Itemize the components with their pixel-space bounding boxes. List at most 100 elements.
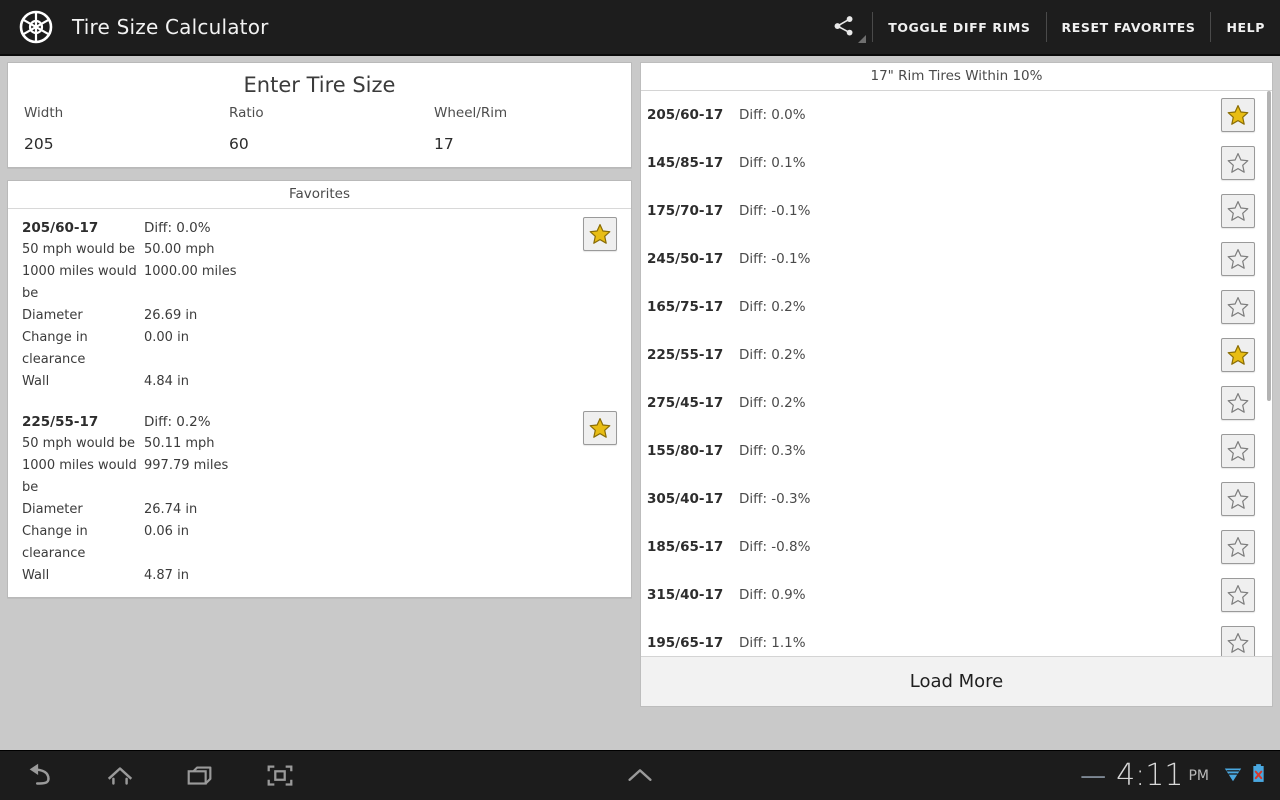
favorite-detail-label: 50 mph would be [22,242,136,257]
tire-size-label: 275/45-17 [647,395,724,411]
favorite-diff: Diff: 0.2% [144,414,211,430]
tire-size-label: 225/55-17 [647,347,724,363]
tire-favorite-star-button[interactable] [1221,626,1255,656]
tire-favorite-star-button[interactable] [1221,482,1255,516]
tire-star-container [1221,386,1255,420]
width-label: Width [24,105,64,121]
results-scrollbar[interactable] [1267,91,1272,656]
results-list[interactable]: 205/60-17 Diff: 0.0% 145/85-17 Diff: 0.1% 17… [641,91,1272,656]
favorite-tire-size: 225/55-17 [22,414,99,430]
tire-star-container [1221,98,1255,132]
tire-result-row[interactable]: 205/60-17 Diff: 0.0% [641,91,1272,139]
action-bar-left: Tire Size Calculator [0,5,269,49]
scrollbar-thumb[interactable] [1267,91,1271,401]
toggle-diff-rims-button[interactable]: TOGGLE DIFF RIMS [873,0,1045,55]
wheel-rim-field-group: Wheel/Rim 17 [434,101,615,153]
tire-diff-label: Diff: -0.1% [739,251,811,267]
favorite-detail-label: Change in clearance [22,524,88,561]
favorites-card: Favorites 205/60-17 Diff: 0.0% 50 mph woul… [7,180,632,598]
tire-favorite-star-button[interactable] [1221,242,1255,276]
share-icon[interactable] [816,0,872,55]
tire-favorite-star-button[interactable] [1221,98,1255,132]
tire-favorite-star-button[interactable] [1221,386,1255,420]
wheel-rim-label: Wheel/Rim [434,105,508,121]
tire-result-row[interactable]: 185/65-17 Diff: -0.8% [641,523,1272,571]
favorite-detail-row: Change in clearance 0.06 in [8,521,631,565]
favorite-detail-value: 0.00 in [144,330,189,345]
ratio-label: Ratio [229,105,264,121]
home-icon[interactable] [80,751,160,800]
tire-favorite-star-button[interactable] [1221,434,1255,468]
favorite-star-button[interactable] [583,411,617,445]
tire-diff-label: Diff: 0.0% [739,107,806,123]
tire-result-row[interactable]: 195/65-17 Diff: 1.1% [641,619,1272,656]
favorite-item[interactable]: 225/55-17 Diff: 0.2% 50 mph would be 50.11 … [8,403,631,597]
screenshot-icon[interactable] [240,751,320,800]
tire-result-row[interactable]: 275/45-17 Diff: 0.2% [641,379,1272,427]
ratio-field-group: Ratio 60 [229,101,434,153]
width-input[interactable]: 205 [24,121,229,153]
favorite-detail-label: 50 mph would be [22,436,136,451]
ratio-input[interactable]: 60 [229,121,434,153]
tire-star-container [1221,482,1255,516]
help-button[interactable]: HELP [1211,0,1280,55]
tire-diff-label: Diff: -0.1% [739,203,811,219]
favorite-detail-value: 50.11 mph [144,436,215,451]
tire-star-container [1221,146,1255,180]
favorite-detail-value: 4.84 in [144,374,189,389]
favorite-detail-row: Wall 4.87 in [8,565,631,587]
system-navigation-bar: — 4:11 PM [0,750,1280,800]
tire-size-label: 185/65-17 [647,539,724,555]
tire-diff-label: Diff: 0.1% [739,155,806,171]
dropdown-caret-icon [858,35,867,43]
tire-size-label: 175/70-17 [647,203,724,219]
tire-result-row[interactable]: 305/40-17 Diff: -0.3% [641,475,1272,523]
reset-favorites-button[interactable]: RESET FAVORITES [1047,0,1211,55]
tire-favorite-star-button[interactable] [1221,530,1255,564]
tire-favorite-star-button[interactable] [1221,290,1255,324]
battery-error-icon [1251,763,1266,788]
load-more-button[interactable]: Load More [641,656,1272,706]
notification-dash: — [1080,760,1107,791]
tire-result-row[interactable]: 315/40-17 Diff: 0.9% [641,571,1272,619]
left-column: Enter Tire Size Width 205 Ratio 60 Wheel… [7,62,632,598]
favorite-star-container [583,217,617,251]
tire-favorite-star-button[interactable] [1221,194,1255,228]
chevron-up-icon[interactable] [600,751,680,800]
tire-result-row[interactable]: 225/55-17 Diff: 0.2% [641,331,1272,379]
tire-favorite-star-button[interactable] [1221,578,1255,612]
tire-size-label: 165/75-17 [647,299,724,315]
tire-result-row[interactable]: 245/50-17 Diff: -0.1% [641,235,1272,283]
tire-result-row[interactable]: 175/70-17 Diff: -0.1% [641,187,1272,235]
favorite-detail-value: 26.74 in [144,502,198,517]
favorite-detail-value: 1000.00 miles [144,264,237,279]
tire-size-label: 195/65-17 [647,635,724,651]
recent-apps-icon[interactable] [160,751,240,800]
favorite-detail-value: 50.00 mph [144,242,215,257]
favorite-item[interactable]: 205/60-17 Diff: 0.0% 50 mph would be 50.00 … [8,209,631,403]
tire-diff-label: Diff: 1.1% [739,635,806,651]
tire-result-row[interactable]: 145/85-17 Diff: 0.1% [641,139,1272,187]
results-panel: 17" Rim Tires Within 10% 205/60-17 Diff: … [640,62,1273,707]
tire-star-container [1221,626,1255,656]
wheel-rim-input[interactable]: 17 [434,121,615,153]
tire-result-row[interactable]: 165/75-17 Diff: 0.2% [641,283,1272,331]
tire-favorite-star-button[interactable] [1221,338,1255,372]
tire-favorite-star-button[interactable] [1221,146,1255,180]
tire-result-row[interactable]: 155/80-17 Diff: 0.3% [641,427,1272,475]
tire-size-label: 305/40-17 [647,491,724,507]
tire-diff-label: Diff: -0.8% [739,539,811,555]
favorite-star-button[interactable] [583,217,617,251]
back-arrow-icon[interactable] [0,751,80,800]
app-title: Tire Size Calculator [72,15,269,39]
width-field-group: Width 205 [24,101,229,153]
favorite-detail-label: Diameter [22,502,83,517]
tire-diff-label: Diff: 0.3% [739,443,806,459]
favorite-detail-label: 1000 miles would be [22,264,137,301]
tire-star-container [1221,338,1255,372]
system-status-area[interactable]: — 4:11 PM [1080,751,1280,800]
page-title: Enter Tire Size [243,73,396,97]
favorite-detail-value: 4.87 in [144,568,189,583]
tire-size-input-grid: Width 205 Ratio 60 Wheel/Rim 17 [8,101,631,153]
favorite-detail-row: 50 mph would be 50.00 mph [8,239,631,261]
